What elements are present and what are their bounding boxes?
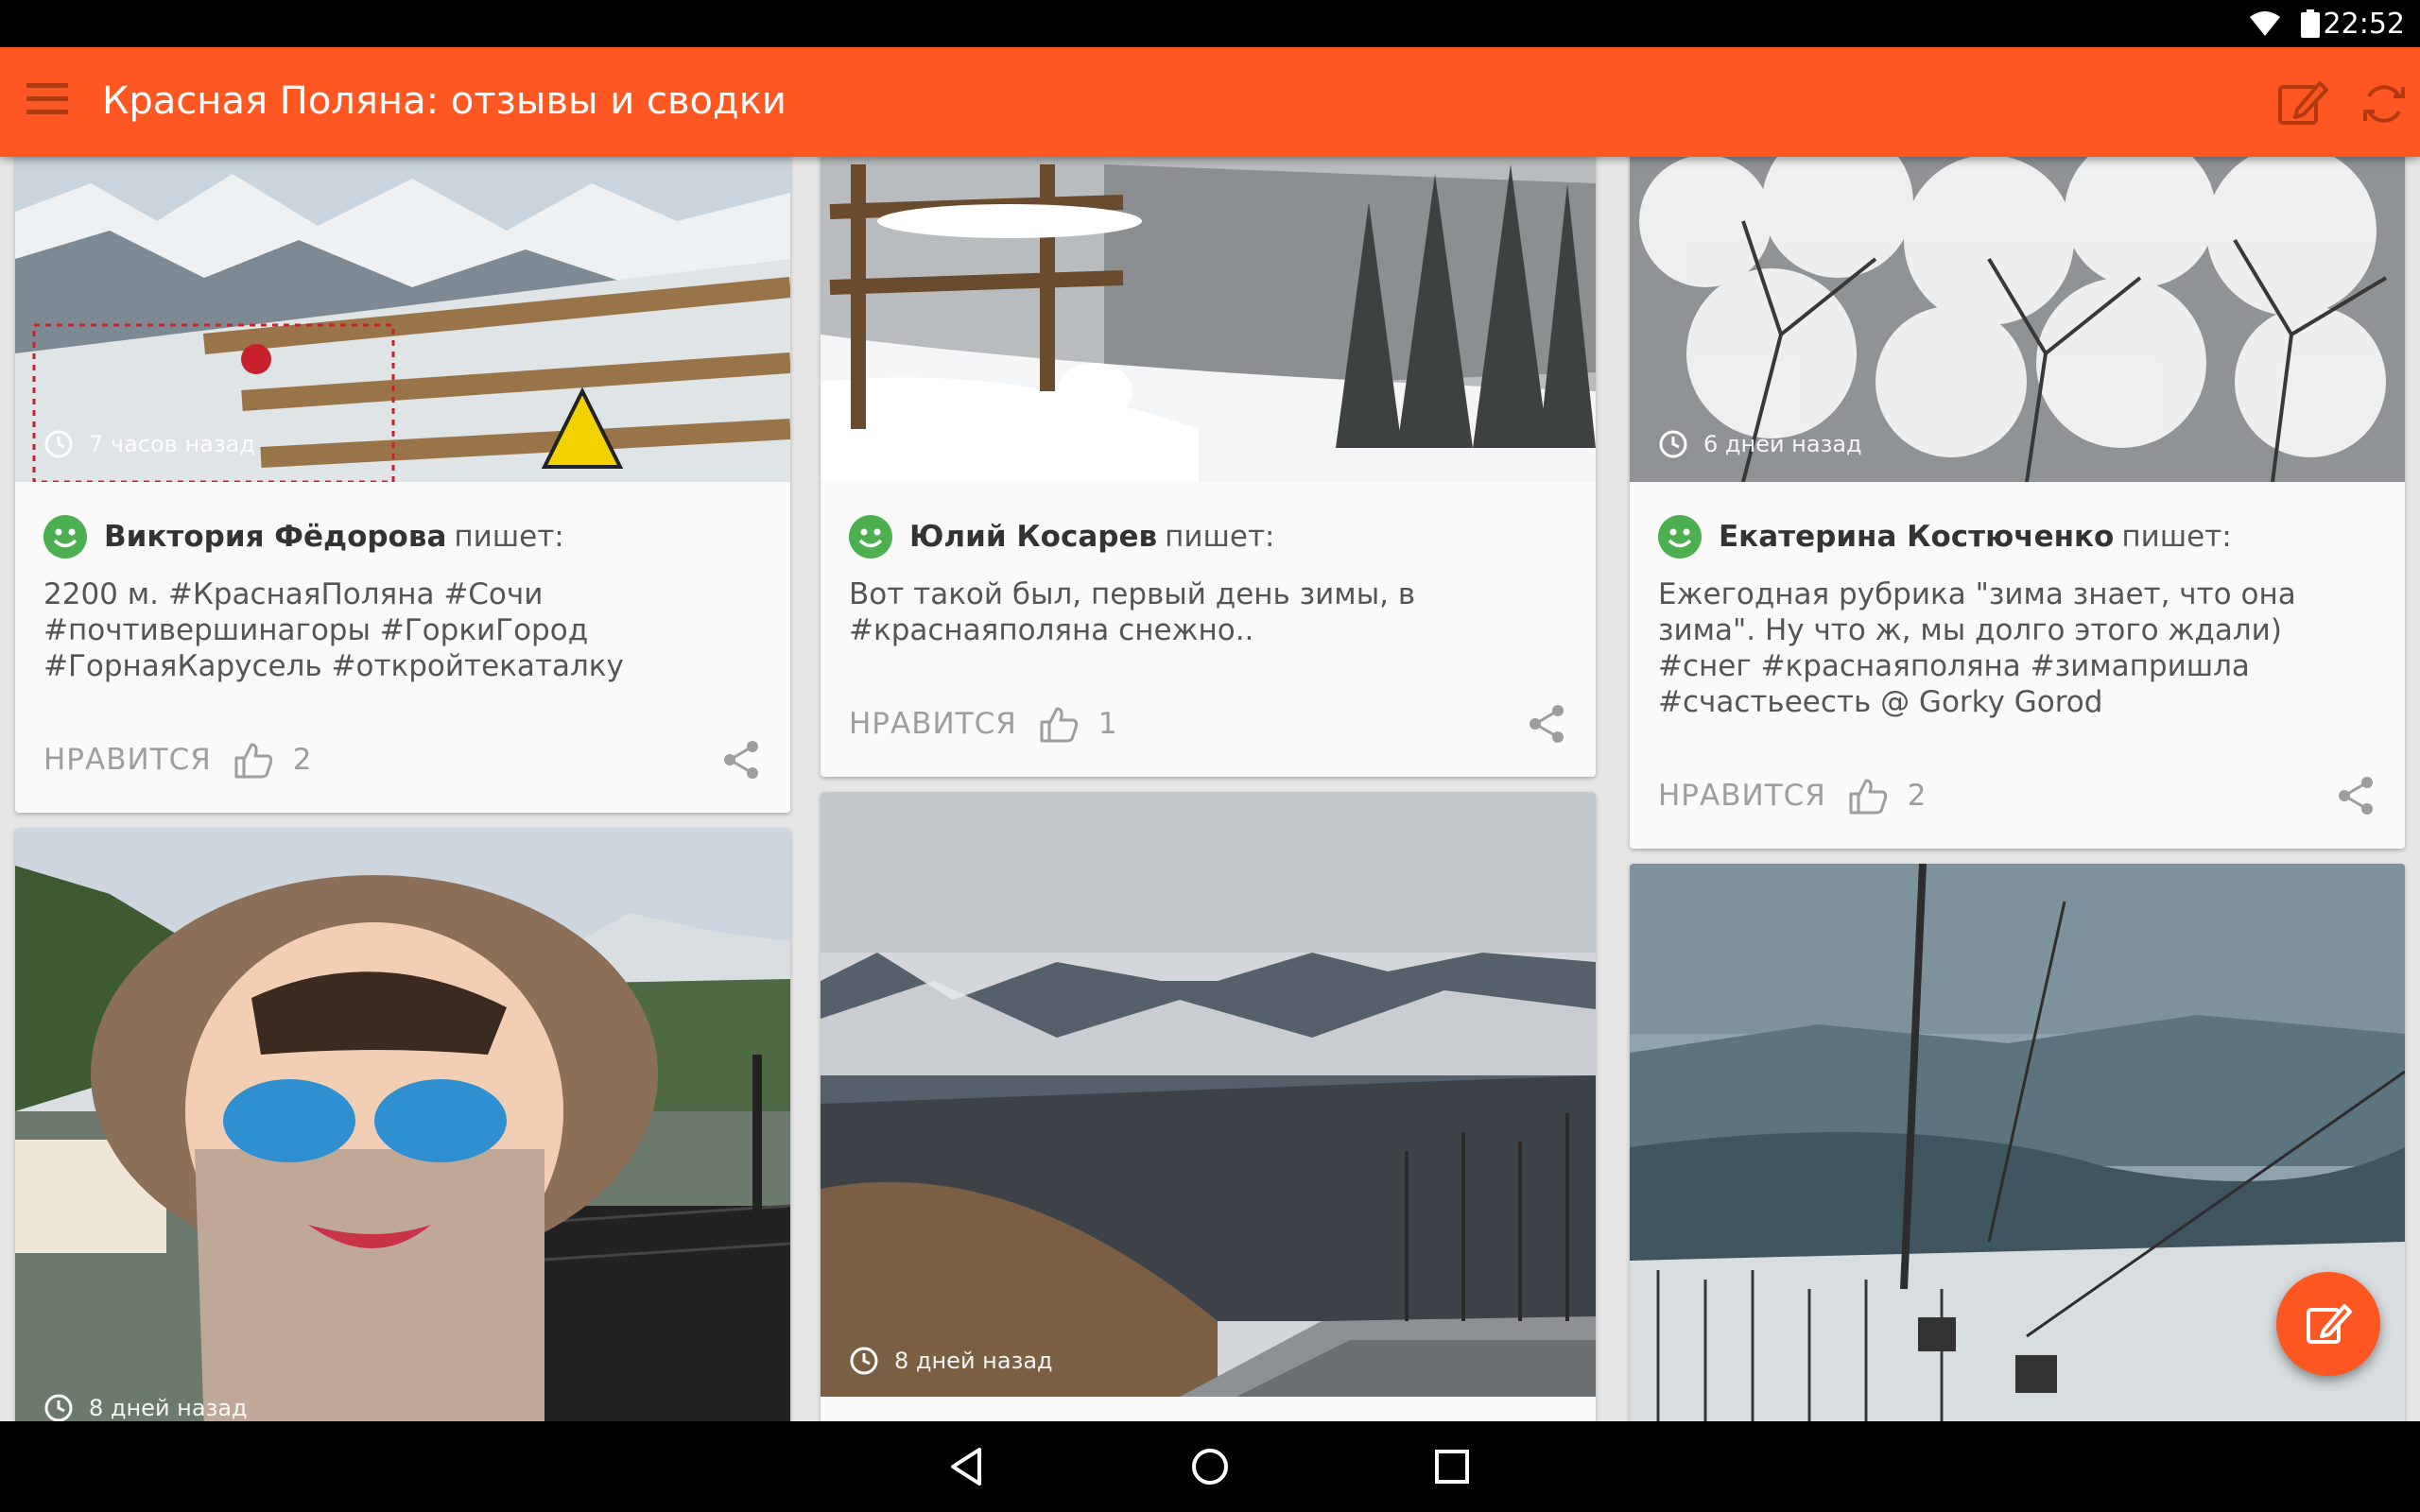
post-actions: НРАВИТСЯ 1 xyxy=(849,696,1567,752)
edit-icon[interactable] xyxy=(2274,76,2331,132)
refresh-icon[interactable] xyxy=(2356,76,2412,132)
smile-icon xyxy=(849,515,892,558)
like-button[interactable]: НРАВИТСЯ xyxy=(43,743,212,777)
post-text: Ежегодная рубрика "зима знает, что она з… xyxy=(1658,577,2296,719)
clock-icon xyxy=(850,1347,878,1375)
author-writes: пишет: xyxy=(2121,520,2232,554)
like-button[interactable]: НРАВИТСЯ xyxy=(1658,779,1826,813)
post-photo[interactable]: 8 дней назад xyxy=(821,792,1596,1397)
battery-icon xyxy=(2301,9,2320,38)
clock-icon xyxy=(850,430,878,458)
menu-icon[interactable] xyxy=(26,83,68,121)
thumbs-up-icon[interactable] xyxy=(1038,703,1080,745)
like-button[interactable]: НРАВИТСЯ xyxy=(849,707,1017,741)
author-writes: пишет: xyxy=(1165,520,1275,554)
clock-icon xyxy=(44,1394,73,1421)
post-card[interactable]: 5 дней назад Юлий Косарев пишет: Вот так… xyxy=(821,157,1596,777)
post-actions: НРАВИТСЯ 2 xyxy=(1658,767,2377,824)
author-name[interactable]: Екатерина Костюченко xyxy=(1719,520,2114,554)
home-icon[interactable] xyxy=(1187,1444,1233,1489)
post-card[interactable]: 6 дней назад Екатерина Костюченко пишет:… xyxy=(1630,157,2405,849)
post-actions: НРАВИТСЯ 2 xyxy=(43,731,762,788)
like-count: 1 xyxy=(1098,707,1117,741)
page-title: Красная Поляна: отзывы и сводки xyxy=(102,79,786,123)
post-time: 7 часов назад xyxy=(43,429,255,459)
post-time: 5 дней назад xyxy=(849,429,1053,459)
clock-icon xyxy=(44,430,73,458)
author-name[interactable]: Виктория Фёдорова xyxy=(104,520,446,554)
status-bar: 22:52 xyxy=(0,0,2420,47)
navigation-bar xyxy=(0,1421,2420,1512)
share-icon[interactable] xyxy=(2335,775,2377,816)
post-photo[interactable]: 8 дней назад xyxy=(15,828,790,1421)
post-photo[interactable]: 7 часов назад xyxy=(15,157,790,482)
post-card[interactable]: 8 дней назад xyxy=(821,792,1596,1421)
thumbs-up-icon[interactable] xyxy=(1847,775,1889,816)
compose-fab[interactable] xyxy=(2276,1272,2380,1376)
share-icon[interactable] xyxy=(720,739,762,781)
app-bar: Красная Поляна: отзывы и сводки xyxy=(0,47,2420,157)
smile-icon xyxy=(43,515,87,558)
clock-icon xyxy=(1659,430,1687,458)
feed[interactable]: 7 часов назад Виктория Фёдорова пишет: 2… xyxy=(0,157,2420,1421)
post-photo[interactable]: 6 дней назад xyxy=(1630,157,2405,482)
post-card[interactable]: 7 часов назад Виктория Фёдорова пишет: 2… xyxy=(15,157,790,813)
post-card[interactable]: 8 дней назад xyxy=(15,828,790,1421)
wifi-icon xyxy=(2250,11,2280,36)
post-photo[interactable]: 5 дней назад xyxy=(821,157,1596,482)
back-icon[interactable] xyxy=(945,1444,991,1489)
post-time: 8 дней назад xyxy=(849,1346,1053,1376)
post-time: 8 дней назад xyxy=(43,1393,248,1421)
post-time: 6 дней назад xyxy=(1658,429,1862,459)
post-text: 2200 м. #КраснаяПоляна #Сочи #почтиверши… xyxy=(43,577,624,683)
like-count: 2 xyxy=(1907,779,1927,813)
smile-icon xyxy=(1658,515,1702,558)
post-text: Вот такой был, первый день зимы, в #крас… xyxy=(849,577,1416,647)
status-clock: 22:52 xyxy=(2323,8,2405,41)
post-body: Екатерина Костюченко пишет: Ежегодная ру… xyxy=(1630,482,2405,720)
share-icon[interactable] xyxy=(1526,703,1567,745)
edit-icon xyxy=(2307,1304,2352,1344)
post-body: Юлий Косарев пишет: Вот такой был, первы… xyxy=(821,482,1596,648)
recents-icon[interactable] xyxy=(1429,1444,1475,1489)
thumbs-up-icon[interactable] xyxy=(233,739,274,781)
post-body: Виктория Фёдорова пишет: 2200 м. #Красна… xyxy=(15,482,790,684)
author-row: Екатерина Костюченко пишет: xyxy=(1658,510,2377,563)
author-writes: пишет: xyxy=(454,520,564,554)
author-row: Виктория Фёдорова пишет: xyxy=(43,510,762,563)
author-name[interactable]: Юлий Косарев xyxy=(909,520,1157,554)
like-count: 2 xyxy=(292,743,312,777)
author-row: Юлий Косарев пишет: xyxy=(849,510,1567,563)
